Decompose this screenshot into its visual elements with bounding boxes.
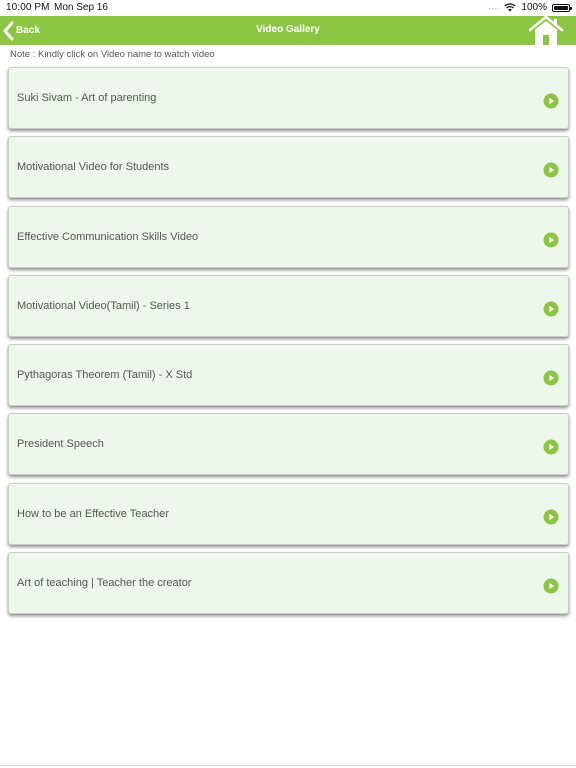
bottom-divider <box>0 765 576 766</box>
video-item[interactable]: Suki Sivam - Art of parenting <box>8 67 569 129</box>
battery-fill <box>554 5 568 10</box>
status-date: Mon Sep 16 <box>54 2 108 13</box>
video-title[interactable]: Suki Sivam - Art of parenting <box>17 92 156 104</box>
video-title[interactable]: Effective Communication Skills Video <box>17 231 198 243</box>
home-button[interactable] <box>528 16 564 45</box>
video-list: Suki Sivam - Art of parenting Motivation… <box>8 67 569 621</box>
battery-percent: 100% <box>521 2 547 13</box>
video-item[interactable]: Motivational Video(Tamil) - Series 1 <box>8 274 569 337</box>
home-icon <box>528 16 564 45</box>
status-indicators: .... 100% <box>488 2 572 13</box>
video-title[interactable]: Pythagoras Theorem (Tamil) - X Std <box>17 369 192 381</box>
play-icon[interactable] <box>543 162 559 178</box>
video-item[interactable]: President Speech <box>8 413 569 476</box>
play-icon[interactable] <box>543 93 559 109</box>
instruction-note: Note : Kindly click on Video name to wat… <box>10 49 215 60</box>
video-item[interactable]: Effective Communication Skills Video <box>8 205 569 268</box>
status-bar: 10:00 PM Mon Sep 16 .... 100% <box>0 0 576 16</box>
video-item[interactable]: Pythagoras Theorem (Tamil) - X Std <box>8 344 569 407</box>
play-icon[interactable] <box>543 232 559 248</box>
play-icon[interactable] <box>543 370 559 386</box>
video-title[interactable]: Motivational Video for Students <box>17 161 169 173</box>
play-icon[interactable] <box>543 509 559 525</box>
battery-icon <box>552 3 572 12</box>
page-title: Video Gallery <box>256 24 320 35</box>
video-title[interactable]: How to be an Effective Teacher <box>17 508 169 520</box>
status-time: 10:00 PM <box>6 2 50 13</box>
video-title[interactable]: Art of teaching | Teacher the creator <box>17 577 191 589</box>
signal-icon: .... <box>488 2 500 11</box>
wifi-icon <box>504 3 517 12</box>
video-title[interactable]: President Speech <box>17 438 104 450</box>
play-icon[interactable] <box>543 439 559 455</box>
play-icon[interactable] <box>543 301 559 317</box>
video-item[interactable]: Art of teaching | Teacher the creator <box>8 552 569 615</box>
navigation-bar: Back Video Gallery <box>0 16 576 45</box>
play-icon[interactable] <box>543 578 559 594</box>
video-item[interactable]: How to be an Effective Teacher <box>8 482 569 545</box>
video-item[interactable]: Motivational Video for Students <box>8 136 569 199</box>
video-title[interactable]: Motivational Video(Tamil) - Series 1 <box>17 300 190 312</box>
